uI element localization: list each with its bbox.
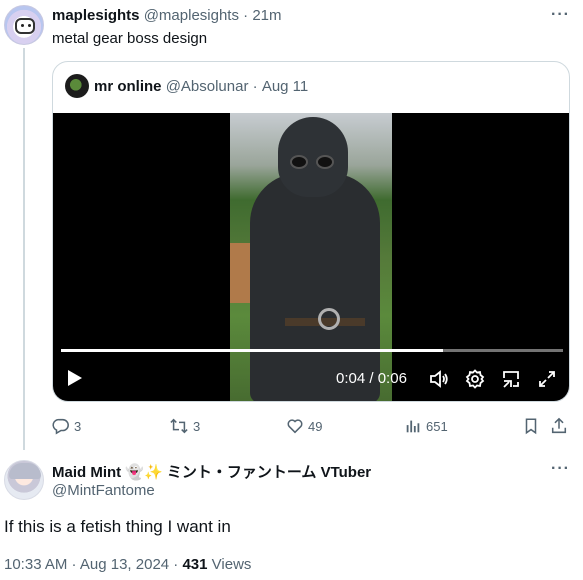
reply-text: If this is a fetish thing I want in bbox=[4, 517, 231, 536]
quoted-author-handle[interactable]: @Absolunar bbox=[166, 78, 249, 95]
more-horizontal-icon[interactable]: ··· bbox=[551, 6, 570, 24]
reply-views-count: 431 bbox=[182, 556, 208, 573]
video-duration: 0:06 bbox=[377, 370, 407, 387]
video-progress-fill bbox=[61, 349, 443, 352]
avatar-face bbox=[15, 18, 35, 34]
avatar-eye bbox=[21, 24, 24, 27]
reply-header: Maid Mint 👻✨ ミント・ファントーム VTuber bbox=[52, 461, 371, 482]
video-goggle bbox=[290, 155, 308, 169]
video-time: 0:04 / 0:06 bbox=[336, 370, 407, 387]
separator: · bbox=[243, 7, 249, 24]
reply-icon bbox=[52, 418, 69, 435]
reply-author-name-suffix[interactable]: ミント・ファントーム VTuber bbox=[167, 464, 371, 481]
views-button[interactable]: 651 bbox=[404, 417, 448, 435]
reply-author-name[interactable]: Maid Mint bbox=[52, 464, 121, 481]
reply-timestamp[interactable]: 10:33 AM · Aug 13, 2024 · bbox=[4, 556, 178, 573]
views-count: 651 bbox=[426, 418, 448, 434]
reply-meta: 10:33 AM · Aug 13, 2024 · 431 Views bbox=[4, 556, 251, 573]
fullscreen-icon[interactable] bbox=[537, 369, 557, 394]
video-ring bbox=[318, 308, 340, 330]
volume-icon[interactable] bbox=[429, 369, 449, 394]
play-icon[interactable] bbox=[67, 369, 83, 392]
reply-button[interactable]: 3 bbox=[52, 417, 81, 435]
video-player[interactable]: 0:04 / 0:06 bbox=[53, 113, 569, 401]
video-goggle bbox=[316, 155, 334, 169]
video-frame bbox=[230, 113, 392, 401]
repost-button[interactable]: 3 bbox=[169, 417, 200, 435]
video-progress-bar[interactable] bbox=[61, 349, 563, 352]
tweet-header: maplesights @maplesights · 21m bbox=[52, 7, 282, 24]
avatar-hair bbox=[9, 463, 41, 479]
thread-connector-line bbox=[23, 48, 25, 450]
avatar[interactable] bbox=[4, 460, 44, 500]
quoted-date[interactable]: Aug 11 bbox=[262, 78, 308, 95]
picture-in-picture-icon[interactable] bbox=[501, 369, 521, 394]
author-name[interactable]: maplesights bbox=[52, 7, 140, 24]
separator: · bbox=[252, 77, 258, 95]
video-figure-body bbox=[250, 173, 380, 401]
like-button[interactable]: 49 bbox=[286, 417, 322, 435]
avatar[interactable] bbox=[4, 5, 44, 45]
video-figure-head bbox=[278, 117, 348, 197]
heart-icon bbox=[287, 419, 303, 434]
reply-author-handle[interactable]: @MintFantome bbox=[52, 482, 155, 499]
avatar-eye bbox=[28, 24, 31, 27]
reply-views-label: Views bbox=[211, 556, 252, 573]
repost-icon bbox=[170, 418, 188, 434]
share-icon[interactable] bbox=[550, 417, 572, 435]
tweet-time[interactable]: 21m bbox=[252, 7, 281, 24]
video-time-separator: / bbox=[369, 370, 374, 387]
tweet-actions-bar: 3 3 49 651 bbox=[52, 417, 572, 437]
author-handle[interactable]: @maplesights bbox=[144, 7, 239, 24]
repost-count: 3 bbox=[193, 418, 201, 434]
quoted-author-name[interactable]: mr online bbox=[94, 78, 162, 95]
views-chart-icon bbox=[406, 420, 420, 433]
like-count: 49 bbox=[308, 418, 323, 434]
settings-gear-icon[interactable] bbox=[465, 369, 485, 394]
bookmark-icon[interactable] bbox=[522, 417, 544, 435]
reply-author-emoji: 👻✨ bbox=[125, 464, 163, 481]
tweet-text: metal gear boss design bbox=[52, 30, 208, 47]
more-horizontal-icon[interactable]: ··· bbox=[551, 460, 570, 478]
quoted-tweet[interactable]: mr online @Absolunar · Aug 11 0:04 / 0:0… bbox=[52, 61, 570, 402]
quoted-avatar[interactable] bbox=[65, 74, 89, 98]
video-current-time: 0:04 bbox=[336, 370, 366, 387]
quoted-tweet-header: mr online @Absolunar · Aug 11 bbox=[65, 74, 308, 98]
reply-count: 3 bbox=[74, 418, 82, 434]
